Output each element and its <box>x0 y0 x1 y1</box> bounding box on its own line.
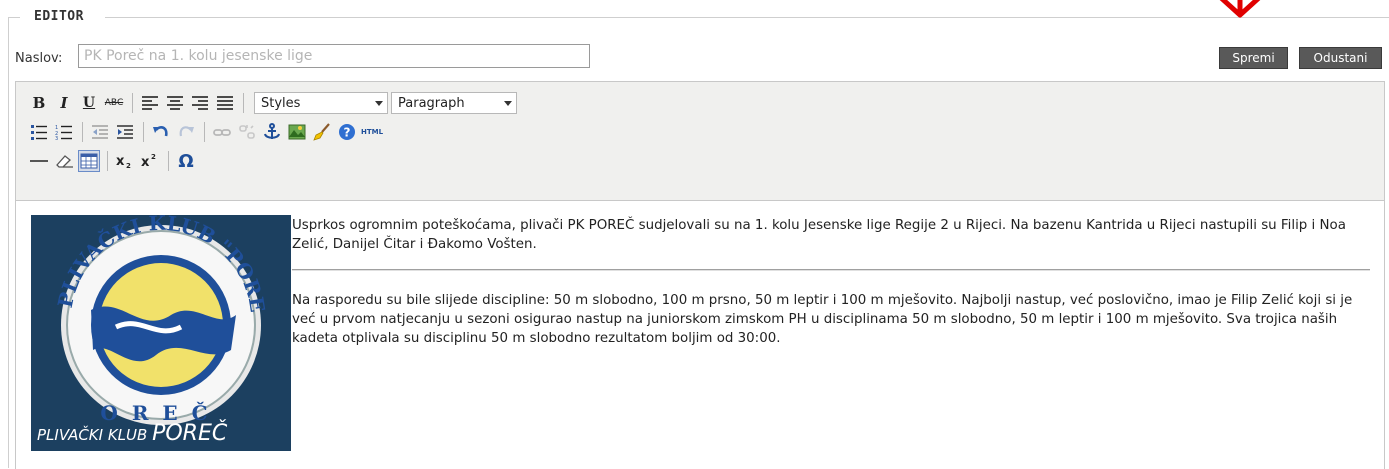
underline-button[interactable]: U <box>78 92 100 114</box>
toolbar-row-3: x2 x2 Ω <box>28 148 200 174</box>
rich-text-editor: B I U ABC Styles Paragraph 1 2 3 ? HTML … <box>15 81 1385 469</box>
chevron-down-icon <box>504 101 512 106</box>
toolbar-separator <box>143 122 144 142</box>
link-icon[interactable] <box>211 121 233 143</box>
club-logo-image: PLIVAČKI KLUB "POREČ" OREČ PLIVAČKI KLUB… <box>31 215 291 451</box>
toolbar-row-2: 123 ? HTML <box>28 119 386 145</box>
bold-button[interactable]: B <box>28 92 50 114</box>
unlink-icon[interactable] <box>236 121 258 143</box>
fieldset-border <box>8 17 9 468</box>
club-logo-emblem: PLIVAČKI KLUB "POREČ" OREČ <box>31 215 270 425</box>
save-button[interactable]: Spremi <box>1219 47 1288 69</box>
title-input[interactable] <box>78 44 590 68</box>
logo-caption: PLIVAČKI KLUB POREČ <box>37 421 227 446</box>
svg-text:3: 3 <box>55 136 58 140</box>
numbered-list-icon[interactable]: 123 <box>53 121 75 143</box>
article-paragraph-1: Usprkos ogromnim poteškoćama, plivači PK… <box>292 218 1346 252</box>
cleanup-brush-icon[interactable] <box>311 121 333 143</box>
logo-caption-small: PLIVAČKI KLUB <box>37 426 148 444</box>
logo-caption-big: POREČ <box>152 421 228 446</box>
subscript-icon[interactable]: x2 <box>114 150 136 172</box>
align-right-icon[interactable] <box>189 92 211 114</box>
svg-text:?: ? <box>344 126 351 140</box>
fieldset-border <box>8 17 20 18</box>
align-left-icon[interactable] <box>139 92 161 114</box>
toolbar-separator <box>204 122 205 142</box>
toolbar-row-1: B I U ABC Styles Paragraph <box>28 90 517 116</box>
svg-text:x: x <box>116 154 125 169</box>
outdent-icon[interactable] <box>89 121 111 143</box>
align-center-icon[interactable] <box>164 92 186 114</box>
styles-dropdown[interactable]: Styles <box>254 92 388 114</box>
help-icon[interactable]: ? <box>336 121 358 143</box>
eraser-icon[interactable] <box>53 150 75 172</box>
toolbar-separator <box>243 93 244 113</box>
italic-button[interactable]: I <box>53 92 75 114</box>
toolbar-separator <box>132 93 133 113</box>
title-label: Naslov: <box>15 51 63 66</box>
red-arrow-annotation-icon <box>1219 0 1261 18</box>
indent-icon[interactable] <box>114 121 136 143</box>
cancel-button[interactable]: Odustani <box>1299 47 1382 69</box>
toolbar-separator <box>82 122 83 142</box>
svg-text:2: 2 <box>126 162 131 169</box>
special-character-button[interactable]: Ω <box>175 150 197 172</box>
editor-toolbar: B I U ABC Styles Paragraph 1 2 3 ? HTML … <box>16 82 1384 201</box>
align-justify-icon[interactable] <box>214 92 236 114</box>
image-icon[interactable] <box>286 121 308 143</box>
editor-legend: EDITOR <box>30 9 88 24</box>
table-icon[interactable] <box>78 150 100 172</box>
fieldset-border <box>105 17 1389 18</box>
editor-content-area[interactable]: PLIVAČKI KLUB "POREČ" OREČ PLIVAČKI KLUB… <box>16 201 1384 469</box>
format-dropdown-value: Paragraph <box>398 95 465 111</box>
bullet-list-icon[interactable] <box>28 121 50 143</box>
redo-icon[interactable] <box>175 121 197 143</box>
toolbar-separator <box>107 151 108 171</box>
toolbar-separator <box>168 151 169 171</box>
html-source-button[interactable]: HTML <box>361 121 383 143</box>
superscript-icon[interactable]: x2 <box>139 150 161 172</box>
undo-icon[interactable] <box>150 121 172 143</box>
styles-dropdown-value: Styles <box>261 95 301 111</box>
svg-text:2: 2 <box>151 153 156 161</box>
article-paragraph-2: Na rasporedu su bile slijede discipline:… <box>292 293 1353 346</box>
strikethrough-button[interactable]: ABC <box>103 92 125 114</box>
chevron-down-icon <box>375 101 383 106</box>
format-dropdown[interactable]: Paragraph <box>391 92 517 114</box>
horizontal-rule-icon[interactable] <box>28 150 50 172</box>
horizontal-rule <box>292 269 1370 271</box>
anchor-icon[interactable] <box>261 121 283 143</box>
svg-text:x: x <box>141 155 150 169</box>
